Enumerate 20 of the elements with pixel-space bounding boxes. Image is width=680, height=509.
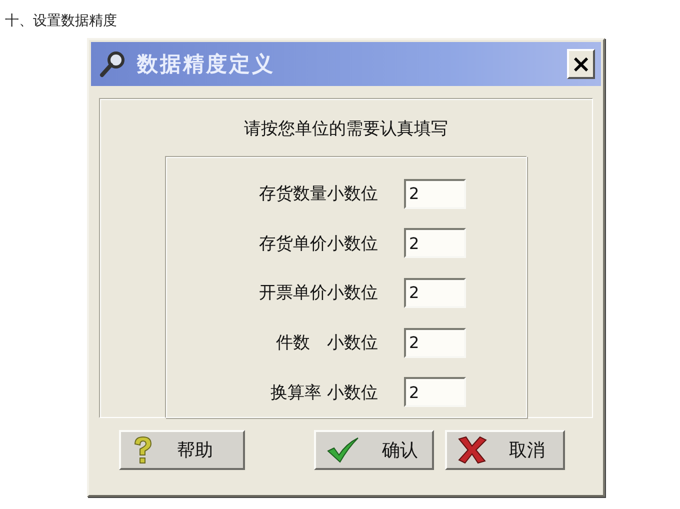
cancel-button[interactable]: 取消 (445, 430, 565, 470)
window-title: 数据精度定义 (137, 51, 276, 78)
ok-button[interactable]: 确认 (314, 430, 434, 470)
input-field[interactable]: 2 (404, 178, 466, 209)
section-heading: 十、设置数据精度 (5, 12, 117, 30)
help-button[interactable]: 帮助 (119, 430, 245, 470)
input-field[interactable]: 2 (404, 328, 466, 358)
field-label: 存货单价小数位 (258, 232, 378, 255)
input-field[interactable]: 2 (404, 278, 466, 308)
field-label: 换算率 小数位 (270, 382, 378, 404)
input-field[interactable]: 2 (404, 377, 466, 408)
input-field[interactable]: 2 (404, 228, 466, 258)
cross-icon (457, 436, 487, 464)
checkmark-icon (326, 436, 360, 464)
magnifier-icon (99, 50, 127, 78)
close-button[interactable]: × (567, 49, 595, 79)
field-label: 存货数量小数位 (258, 183, 378, 206)
field-label: 开票单价小数位 (258, 282, 378, 304)
instruction-text: 请按您单位的需要认真填写 (244, 118, 448, 140)
field-label: 件数 小数位 (275, 332, 378, 354)
